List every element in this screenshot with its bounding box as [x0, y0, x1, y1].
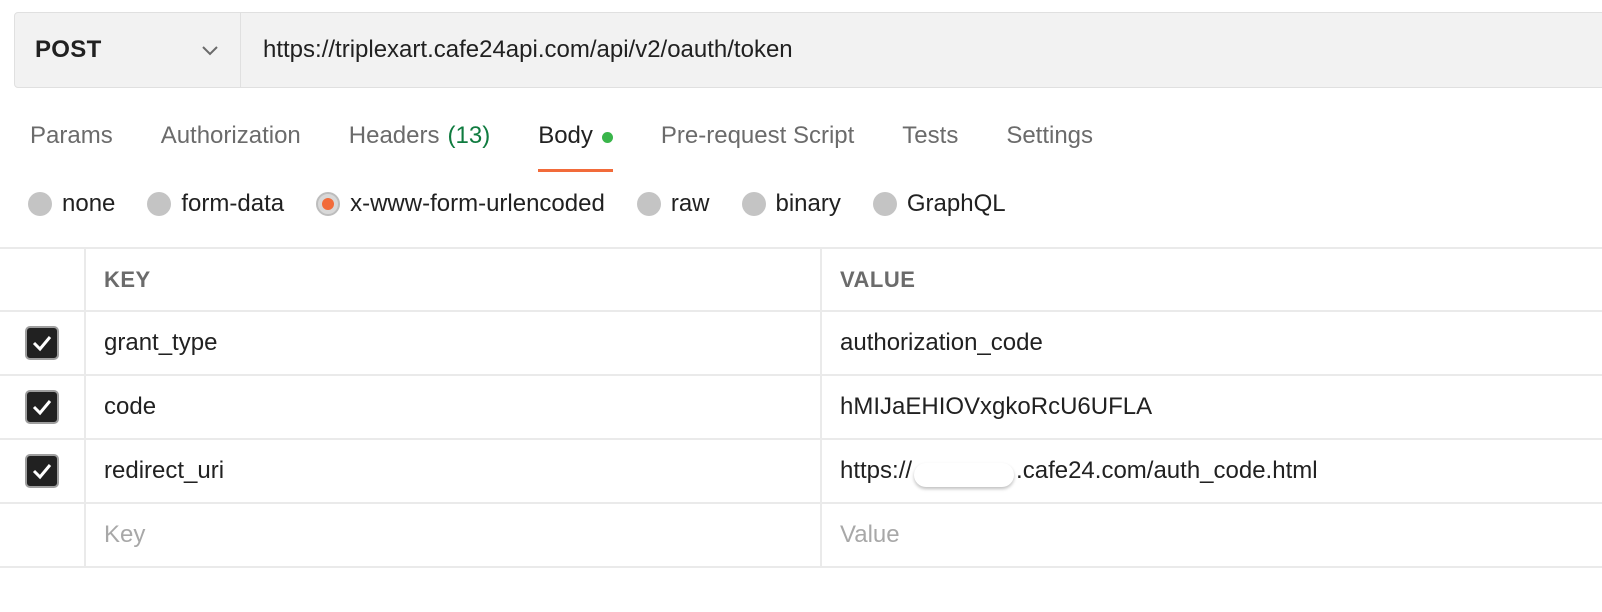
request-tabs: Params Authorization Headers (13) Body Pr…	[30, 118, 1141, 172]
table-row: code hMIJaEHIOVxgkoRcU6UFLA	[0, 376, 1602, 440]
redaction-overlay	[914, 463, 1015, 487]
tab-body[interactable]: Body	[538, 118, 613, 172]
headers-count-badge: (13)	[447, 122, 491, 149]
checkmark-icon	[32, 464, 52, 480]
value-cell[interactable]: authorization_code	[822, 312, 1602, 374]
key-cell[interactable]: code	[86, 376, 822, 438]
row-check-cell	[0, 440, 86, 502]
radio-button-selected[interactable]	[316, 192, 341, 216]
tab-label: Body	[538, 122, 593, 149]
tab-label: Pre-request Script	[660, 122, 855, 149]
value-prefix: https://	[840, 457, 913, 484]
row-check-cell	[0, 504, 86, 566]
method-select[interactable]: POST	[15, 13, 241, 87]
tab-pre-request-script[interactable]: Pre-request Script	[661, 118, 854, 172]
row-checkbox[interactable]	[25, 454, 59, 488]
row-check-cell	[0, 312, 86, 374]
chevron-down-icon	[202, 46, 218, 56]
radio-dot	[322, 198, 335, 210]
radio-label: form-data	[181, 190, 285, 217]
radio-button[interactable]	[28, 192, 52, 216]
tab-settings[interactable]: Settings	[1006, 118, 1093, 172]
request-bar: POST	[14, 12, 1602, 88]
radio-button[interactable]	[741, 192, 766, 216]
body-type-form-data[interactable]: form-data	[147, 190, 284, 218]
value-cell[interactable]: https:// .cafe24.com/auth_code.html	[822, 440, 1602, 502]
new-value-input[interactable]: Value	[822, 504, 1602, 566]
body-type-binary[interactable]: binary	[741, 190, 841, 218]
tab-tests[interactable]: Tests	[902, 118, 958, 172]
tab-authorization[interactable]: Authorization	[161, 118, 301, 172]
table-row: redirect_uri https:// .cafe24.com/auth_co…	[0, 440, 1602, 504]
checkmark-icon	[32, 336, 52, 352]
tab-label: Tests	[902, 122, 959, 149]
tab-label: Headers	[348, 122, 440, 149]
row-checkbox[interactable]	[25, 326, 59, 360]
body-modified-indicator	[601, 132, 613, 143]
key-cell[interactable]: redirect_uri	[86, 440, 822, 502]
tab-label: Params	[30, 122, 113, 149]
body-type-none[interactable]: none	[28, 190, 115, 218]
table-header-row: KEY VALUE	[0, 247, 1602, 312]
radio-label: binary	[775, 190, 841, 217]
value-cell[interactable]: hMIJaEHIOVxgkoRcU6UFLA	[822, 376, 1602, 438]
column-header-value: VALUE	[840, 266, 916, 292]
body-type-raw[interactable]: raw	[636, 190, 710, 218]
radio-label: none	[62, 190, 116, 217]
radio-button[interactable]	[636, 192, 661, 216]
row-check-cell	[0, 376, 86, 438]
column-header-key: KEY	[86, 249, 822, 310]
checkmark-icon	[32, 400, 52, 416]
body-type-urlencoded[interactable]: x-www-form-urlencoded	[316, 190, 605, 218]
tab-label: Settings	[1006, 122, 1094, 149]
tab-params[interactable]: Params	[30, 118, 113, 172]
radio-label: raw	[670, 190, 710, 217]
row-checkbox[interactable]	[25, 390, 59, 424]
header-check-cell	[0, 249, 86, 310]
table-row: grant_type authorization_code	[0, 312, 1602, 376]
value-suffix: .cafe24.com/auth_code.html	[1016, 457, 1318, 484]
new-key-input[interactable]: Key	[86, 504, 822, 566]
tab-label: Authorization	[160, 122, 301, 149]
method-label: POST	[35, 36, 102, 63]
tab-headers[interactable]: Headers (13)	[349, 118, 490, 172]
radio-button[interactable]	[147, 192, 172, 216]
radio-button[interactable]	[872, 192, 897, 216]
table-row-new: Key Value	[0, 504, 1602, 568]
url-input[interactable]	[241, 13, 1602, 87]
form-params-table: KEY VALUE grant_type authorization_code …	[0, 247, 1602, 568]
body-type-selector: none form-data x-www-form-urlencoded raw…	[28, 190, 1038, 218]
key-cell[interactable]: grant_type	[86, 312, 822, 374]
radio-label: GraphQL	[906, 190, 1006, 217]
body-type-graphql[interactable]: GraphQL	[872, 190, 1006, 218]
radio-label: x-www-form-urlencoded	[350, 190, 605, 217]
